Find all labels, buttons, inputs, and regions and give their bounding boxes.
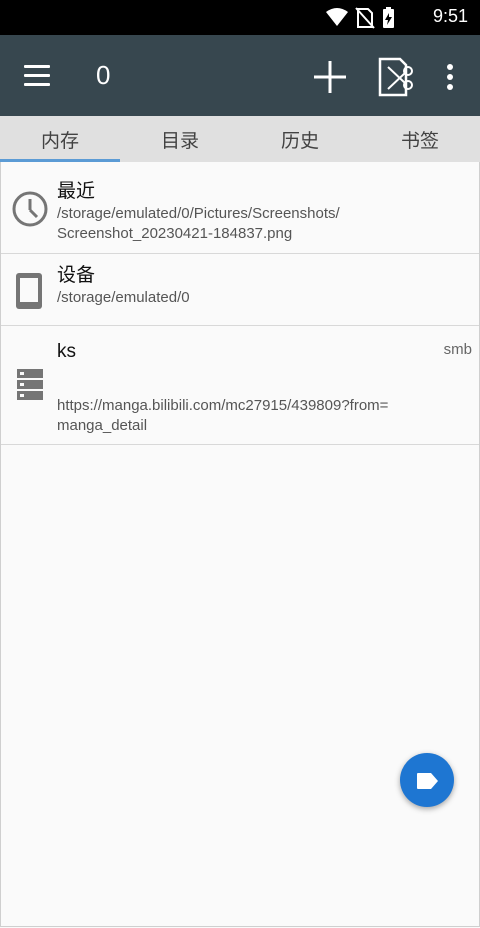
item-name: ks bbox=[57, 341, 76, 362]
toolbar-title: 0 bbox=[96, 60, 111, 90]
item-name: 最近 bbox=[57, 181, 96, 202]
item-path: https://manga.bilibili.com/mc27915/43980… bbox=[57, 397, 389, 434]
phone-icon bbox=[16, 273, 42, 309]
label-icon bbox=[417, 773, 438, 789]
list-item-ks[interactable]: ks smb https://manga.bilibili.com/mc2791… bbox=[0, 326, 480, 445]
tab-bar: 内存 目录 历史 书签 bbox=[0, 116, 480, 162]
tab-memory[interactable]: 内存 bbox=[0, 116, 120, 162]
item-path: /storage/emulated/0/Pictures/Screenshots… bbox=[57, 205, 340, 242]
item-type-tag: smb bbox=[443, 341, 472, 358]
wifi-icon bbox=[326, 8, 348, 26]
status-bar: 9:51 bbox=[0, 0, 480, 35]
tab-bookmarks[interactable]: 书签 bbox=[360, 116, 480, 162]
item-name: 设备 bbox=[57, 265, 96, 286]
server-icon bbox=[17, 369, 43, 400]
tab-directory[interactable]: 目录 bbox=[120, 116, 240, 162]
fab-button[interactable] bbox=[400, 753, 454, 807]
list-item-device[interactable]: 设备 /storage/emulated/0 bbox=[0, 254, 480, 326]
toolbar: 0 bbox=[0, 35, 480, 116]
cut-file-icon[interactable] bbox=[372, 55, 416, 99]
no-sim-icon bbox=[355, 7, 375, 29]
clock-icon bbox=[12, 191, 48, 227]
status-icons bbox=[326, 7, 394, 29]
more-options-icon[interactable] bbox=[430, 55, 470, 99]
tab-history[interactable]: 历史 bbox=[240, 116, 360, 162]
storage-list: 最近 /storage/emulated/0/Pictures/Screensh… bbox=[0, 162, 480, 445]
list-item-recent[interactable]: 最近 /storage/emulated/0/Pictures/Screensh… bbox=[0, 162, 480, 254]
add-icon[interactable] bbox=[308, 55, 352, 99]
status-time: 9:51 bbox=[432, 6, 468, 26]
item-path: /storage/emulated/0 bbox=[57, 289, 190, 306]
battery-icon bbox=[383, 7, 394, 28]
menu-icon[interactable] bbox=[24, 65, 50, 87]
